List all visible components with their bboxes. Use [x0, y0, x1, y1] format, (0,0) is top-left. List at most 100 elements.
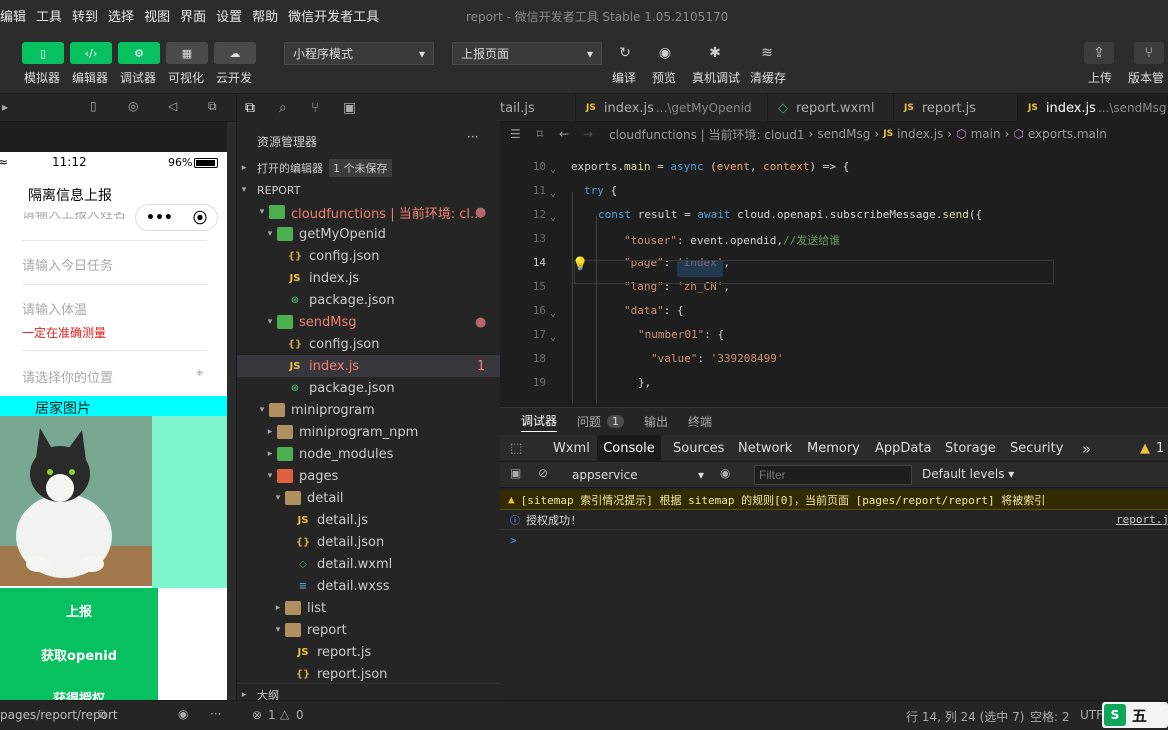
- page-select[interactable]: 上报页面 ▾: [452, 42, 602, 65]
- fold-icon[interactable]: ⌄: [550, 188, 556, 199]
- tree-item-cloudfunctions[interactable]: ▾ cloudfunctions | 当前环境: cl... ●: [237, 201, 501, 223]
- tab-report-wxml[interactable]: ◇ report.wxml: [768, 94, 894, 122]
- tree-item-detail[interactable]: ▾ detail: [237, 487, 501, 509]
- tree-item-node-modules[interactable]: ▸ node_modules: [237, 443, 501, 465]
- tree-item-index-js[interactable]: JS index.js: [237, 267, 501, 289]
- encoding[interactable]: UTF: [1080, 708, 1103, 722]
- tab-memory[interactable]: Memory: [807, 435, 860, 462]
- location-picker[interactable]: 请选择你的位置: [22, 367, 113, 386]
- tab-wxml[interactable]: Wxml: [553, 435, 590, 462]
- context-select[interactable]: appservice ▾: [564, 465, 704, 485]
- upload-button[interactable]: ⇪: [1084, 42, 1114, 64]
- capsule-menu[interactable]: ••• ⦿: [135, 204, 218, 231]
- location-pin-icon[interactable]: ⌖: [196, 366, 203, 381]
- volume-icon[interactable]: ◁: [168, 99, 177, 113]
- menu-edit[interactable]: 编辑: [0, 6, 26, 25]
- explorer-more-icon[interactable]: ···: [467, 130, 478, 144]
- get-openid-button[interactable]: 获取openid: [0, 632, 158, 676]
- breadcrumb-item[interactable]: main: [971, 127, 1001, 141]
- menu-goto[interactable]: 转到: [72, 6, 98, 25]
- warning-icon[interactable]: △: [280, 707, 289, 721]
- source-link[interactable]: report.js: [1116, 513, 1168, 526]
- tree-item-pages[interactable]: ▾ pages: [237, 465, 501, 487]
- window-icon[interactable]: ⧉: [208, 99, 217, 114]
- search-icon[interactable]: ⌕: [279, 100, 287, 116]
- bookmark-icon[interactable]: ⌑: [537, 127, 543, 141]
- tab-output[interactable]: 输出: [644, 413, 668, 430]
- warning-count[interactable]: 0: [296, 708, 304, 722]
- clear-cache-button[interactable]: ≋: [752, 42, 782, 64]
- tab-detail-js[interactable]: tail.js: [500, 94, 576, 122]
- tab-sendmsg-index[interactable]: JS index.js ...\sendMsg: [1018, 94, 1168, 122]
- temperature-input[interactable]: 请输入体温: [22, 299, 87, 318]
- breadcrumb-item[interactable]: exports.main: [1028, 127, 1107, 141]
- name-input[interactable]: 请输入上报人姓名: [22, 212, 126, 224]
- tab-debugger[interactable]: 调试器: [521, 412, 558, 432]
- tab-storage[interactable]: Storage: [945, 435, 996, 462]
- source-control-icon[interactable]: ⑂: [311, 100, 319, 116]
- menu-view[interactable]: 视图: [144, 6, 170, 25]
- log-levels-select[interactable]: Default levels ▾: [922, 467, 1014, 481]
- menu-help[interactable]: 帮助: [252, 6, 278, 25]
- authorize-button[interactable]: 获得授权: [0, 676, 158, 700]
- indentation[interactable]: 空格: 2: [1030, 708, 1070, 725]
- report-button[interactable]: 上报: [0, 588, 158, 632]
- tree-item-detail-wxss[interactable]: ≡ detail.wxss: [237, 575, 501, 597]
- tab-getmyopenid-index[interactable]: JS index.js ...\getMyOpenid: [576, 94, 768, 122]
- tree-item-list[interactable]: ▸ list: [237, 597, 501, 619]
- device-icon[interactable]: ▯: [90, 99, 97, 113]
- fold-icon[interactable]: ⌄: [550, 332, 556, 343]
- tree-item-detail-json[interactable]: {} detail.json: [237, 531, 501, 553]
- fold-icon[interactable]: ⌄: [550, 164, 556, 175]
- inspect-icon[interactable]: ⬚: [510, 435, 522, 462]
- record-icon[interactable]: ◎: [128, 99, 138, 113]
- preview-button[interactable]: ◉: [650, 42, 680, 64]
- tree-item-package-json[interactable]: ⊛ package.json: [237, 377, 501, 399]
- debugger-toggle-button[interactable]: ⚙: [118, 42, 160, 64]
- tree-item-sendmsg[interactable]: ▾ sendMsg ●: [237, 311, 501, 333]
- more-dots-icon[interactable]: •••: [146, 210, 173, 226]
- copy-icon[interactable]: ⧉: [98, 707, 107, 722]
- eye-icon[interactable]: ◉: [178, 707, 188, 721]
- menu-devtools[interactable]: 微信开发者工具: [288, 6, 379, 25]
- console-filter-input[interactable]: [754, 465, 912, 485]
- tab-network[interactable]: Network: [738, 435, 792, 462]
- extensions-icon[interactable]: ▣: [343, 100, 356, 116]
- tree-item-miniprogram-npm[interactable]: ▸ miniprogram_npm: [237, 421, 501, 443]
- tab-appdata[interactable]: AppData: [875, 435, 931, 462]
- simulator-toggle-button[interactable]: ▯: [22, 42, 64, 64]
- error-icon[interactable]: ⊗: [252, 708, 262, 722]
- tree-item-getmyopenid[interactable]: ▾ getMyOpenid: [237, 223, 501, 245]
- console-prompt[interactable]: >: [500, 530, 1168, 550]
- tab-sources[interactable]: Sources: [673, 435, 724, 462]
- menu-tools[interactable]: 工具: [36, 6, 62, 25]
- tab-security[interactable]: Security: [1010, 435, 1063, 462]
- open-editors-section[interactable]: ▸ 打开的编辑器 1 个未保存: [237, 157, 501, 179]
- menu-interface[interactable]: 界面: [180, 6, 206, 25]
- tab-problems[interactable]: 问题: [577, 413, 601, 430]
- clear-console-icon[interactable]: ⊘: [538, 466, 548, 480]
- tree-item-index-js-selected[interactable]: JS index.js 1: [237, 355, 501, 377]
- simulator-scrollbar[interactable]: [227, 122, 236, 700]
- tree-item-package-json[interactable]: ⊛ package.json: [237, 289, 501, 311]
- breadcrumb-item[interactable]: cloudfunctions | 当前环境: cloud1: [609, 126, 804, 143]
- close-circle-icon[interactable]: ⦿: [193, 208, 207, 228]
- tab-report-js[interactable]: JS report.js: [894, 94, 1018, 122]
- more-icon[interactable]: ···: [210, 707, 221, 721]
- cloud-dev-button[interactable]: ☁: [214, 42, 256, 64]
- tab-console[interactable]: Console: [597, 435, 661, 462]
- tree-item-config-json[interactable]: {} config.json: [237, 333, 501, 355]
- remote-debug-button[interactable]: ✱: [700, 42, 730, 64]
- eye-icon[interactable]: ◉: [720, 466, 730, 480]
- files-icon[interactable]: ⧉: [245, 100, 255, 116]
- cursor-position[interactable]: 行 14, 列 24 (选中 7): [906, 708, 1024, 725]
- version-button[interactable]: ⑂: [1134, 42, 1164, 64]
- tree-item-detail-js[interactable]: JS detail.js: [237, 509, 501, 531]
- code-editor[interactable]: 10 11 12 13 14 15 16 17 18 19 exports.main = asyn…: [500, 146, 1168, 404]
- compile-button[interactable]: ↻: [610, 42, 640, 64]
- breadcrumb-item[interactable]: index.js: [897, 127, 943, 141]
- warning-count[interactable]: 1: [1156, 435, 1164, 462]
- tree-item-detail-wxml[interactable]: ◇ detail.wxml: [237, 553, 501, 575]
- more-tabs-icon[interactable]: »: [1082, 435, 1091, 462]
- warning-icon[interactable]: ▲: [1140, 435, 1150, 462]
